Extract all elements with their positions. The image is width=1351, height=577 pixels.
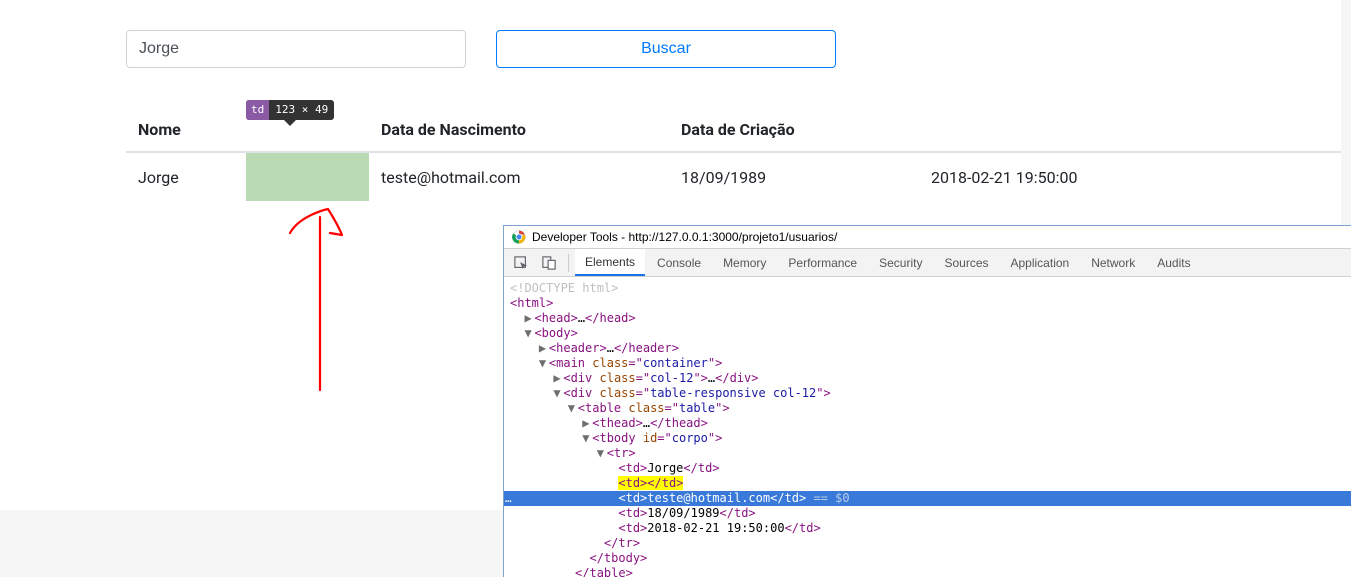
cell-highlighted-empty[interactable] xyxy=(246,152,369,201)
col-extra xyxy=(919,108,1341,152)
col-criacao: Data de Criação xyxy=(669,108,919,152)
col-nascimento: Data de Nascimento xyxy=(369,108,669,152)
devtools-titlebar[interactable]: Developer Tools - http://127.0.0.1:3000/… xyxy=(504,226,1351,249)
search-row: Buscar xyxy=(126,30,1341,68)
devtools-dom-tree[interactable]: <!DOCTYPE html> <html> ▶<head>…</head> ▼… xyxy=(504,277,1351,577)
inspect-icon[interactable] xyxy=(508,249,534,276)
devtools-selected-node[interactable]: … <td>teste@hotmail.com</td> == $0 xyxy=(504,491,1351,506)
inspector-tooltip: td 123 × 49 xyxy=(246,100,334,120)
devtools-tabbar: Elements Console Memory Performance Secu… xyxy=(504,249,1351,277)
tab-security[interactable]: Security xyxy=(869,249,932,276)
scrollbar-gutter xyxy=(1341,0,1351,225)
device-icon[interactable] xyxy=(536,249,562,276)
cell-email: teste@hotmail.com xyxy=(369,152,669,201)
tooltip-tag: td xyxy=(246,100,269,120)
chrome-icon xyxy=(512,230,526,244)
tab-sources[interactable]: Sources xyxy=(934,249,998,276)
users-table: Nome Data de Nascimento Data de Criação … xyxy=(126,108,1341,201)
table-row: Jorge teste@hotmail.com 18/09/1989 2018-… xyxy=(126,152,1341,201)
cell-nascimento: 18/09/1989 xyxy=(669,152,919,201)
tab-memory[interactable]: Memory xyxy=(713,249,776,276)
devtools-title: Developer Tools - http://127.0.0.1:3000/… xyxy=(532,230,837,244)
cell-nome: Jorge xyxy=(126,152,246,201)
tab-audits[interactable]: Audits xyxy=(1147,249,1200,276)
col-nome: Nome xyxy=(126,108,246,152)
search-input[interactable] xyxy=(126,30,466,68)
tab-performance[interactable]: Performance xyxy=(778,249,867,276)
tab-network[interactable]: Network xyxy=(1081,249,1145,276)
tab-elements[interactable]: Elements xyxy=(575,249,645,276)
tab-console[interactable]: Console xyxy=(647,249,711,276)
tab-application[interactable]: Application xyxy=(1001,249,1080,276)
tab-separator xyxy=(568,254,569,272)
handdrawn-arrow xyxy=(280,205,360,395)
search-button[interactable]: Buscar xyxy=(496,30,836,68)
cell-criacao: 2018-02-21 19:50:00 xyxy=(919,152,1341,201)
devtools-window[interactable]: Developer Tools - http://127.0.0.1:3000/… xyxy=(503,225,1351,577)
tooltip-dims: 123 × 49 xyxy=(269,100,334,120)
